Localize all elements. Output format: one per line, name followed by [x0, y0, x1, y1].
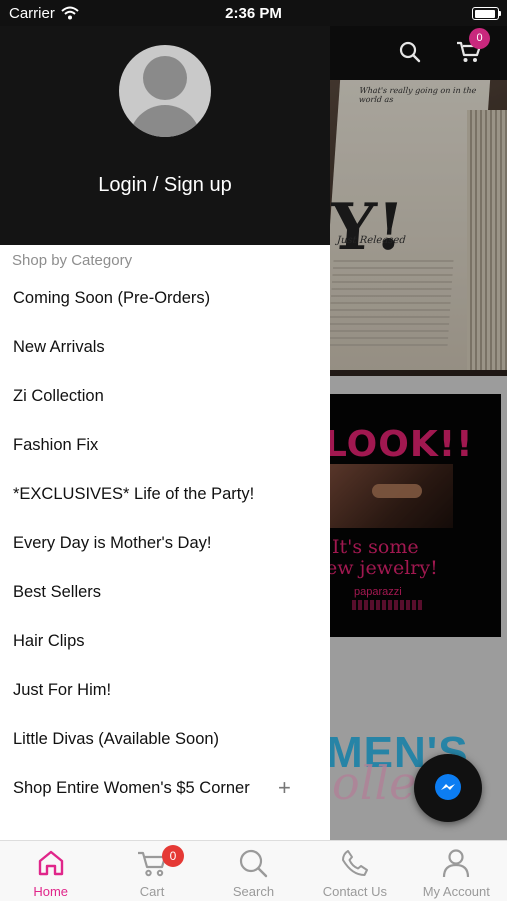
category-item-label: Little Divas (Available Soon)	[13, 730, 220, 748]
category-item-label: Every Day is Mother's Day!	[13, 534, 212, 552]
category-item-mothers-day[interactable]: Every Day is Mother's Day!	[0, 520, 330, 569]
category-section-title: Shop by Category	[12, 252, 133, 269]
bottom-tab-bar: Home Cart Search Contact Us My Account	[0, 840, 507, 901]
category-item-exclusives[interactable]: *EXCLUSIVES* Life of the Party!	[0, 471, 330, 520]
phone-icon	[341, 850, 368, 876]
avatar-head-shape	[143, 56, 187, 100]
category-item-label: Shop Entire Women's $5 Corner	[13, 779, 250, 797]
header-cart-badge: 0	[469, 28, 490, 49]
category-item-label: Hair Clips	[13, 632, 85, 650]
tab-home[interactable]: Home	[0, 841, 101, 901]
category-item-five-dollar-corner[interactable]: Shop Entire Women's $5 Corner +	[0, 765, 330, 814]
tab-label: My Account	[422, 884, 490, 899]
battery-icon	[472, 7, 499, 20]
tab-search[interactable]: Search	[203, 841, 304, 901]
tab-contact-us[interactable]: Contact Us	[304, 841, 405, 901]
account-icon	[443, 849, 470, 878]
category-list: Coming Soon (Pre-Orders) New Arrivals Zi…	[0, 275, 330, 814]
clock: 2:36 PM	[225, 5, 282, 22]
battery-tip	[499, 11, 501, 16]
category-item-label: Fashion Fix	[13, 436, 99, 454]
status-bar: Carrier 2:36 PM	[0, 0, 507, 26]
category-item-little-divas[interactable]: Little Divas (Available Soon)	[0, 716, 330, 765]
category-item-label: Zi Collection	[13, 387, 104, 405]
login-signup-link[interactable]: Login / Sign up	[0, 174, 330, 197]
home-icon	[38, 850, 63, 876]
cart-count-badge: 0	[162, 845, 184, 867]
tab-cart[interactable]: Cart	[101, 841, 202, 901]
search-icon[interactable]	[398, 40, 422, 64]
category-item-just-for-him[interactable]: Just For Him!	[0, 667, 330, 716]
category-item-label: New Arrivals	[13, 338, 105, 356]
messenger-icon	[435, 774, 461, 800]
category-item-label: Coming Soon (Pre-Orders)	[13, 289, 211, 307]
category-item-label: Just For Him!	[13, 681, 112, 699]
tab-label: Cart	[139, 884, 165, 899]
drawer-header: Login / Sign up	[0, 26, 330, 245]
category-item-fashion-fix[interactable]: Fashion Fix	[0, 422, 330, 471]
category-item-zi-collection[interactable]: Zi Collection	[0, 373, 330, 422]
side-drawer: Login / Sign up Shop by Category Coming …	[0, 26, 330, 840]
category-item-label: Best Sellers	[13, 583, 102, 601]
tab-label: Home	[33, 884, 69, 899]
tab-label: Search	[232, 884, 275, 899]
category-item-label: *EXCLUSIVES* Life of the Party!	[13, 485, 255, 503]
category-item-coming-soon[interactable]: Coming Soon (Pre-Orders)	[0, 275, 330, 324]
expand-plus-icon[interactable]: +	[278, 765, 291, 811]
tab-my-account[interactable]: My Account	[406, 841, 507, 901]
category-item-new-arrivals[interactable]: New Arrivals	[0, 324, 330, 373]
search-icon	[240, 849, 268, 878]
avatar[interactable]	[119, 45, 211, 137]
category-item-hair-clips[interactable]: Hair Clips	[0, 618, 330, 667]
messenger-button[interactable]	[414, 754, 482, 822]
category-item-best-sellers[interactable]: Best Sellers	[0, 569, 330, 618]
tab-label: Contact Us	[322, 884, 388, 899]
avatar-body-shape	[129, 105, 201, 137]
